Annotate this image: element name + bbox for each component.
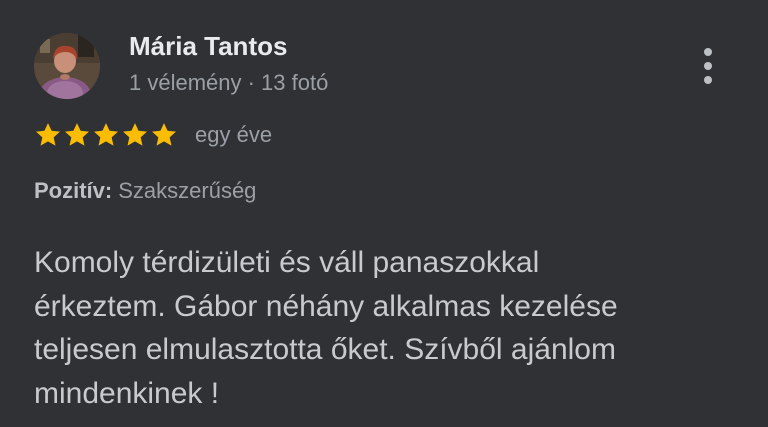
user-photo-avatar-icon — [34, 33, 100, 99]
more-options-button[interactable] — [693, 46, 723, 86]
review-attribute: Pozitív: Szakszerűség — [34, 178, 256, 204]
attribute-value: Szakszerűség — [118, 178, 257, 203]
star-icon — [152, 123, 176, 146]
attribute-label: Pozitív: — [34, 178, 113, 203]
star-rating — [34, 121, 178, 149]
star-icon — [65, 123, 89, 146]
star-icon — [36, 123, 60, 146]
avatar[interactable] — [34, 33, 100, 99]
review-text: Komoly térdizületi és váll panaszokkal é… — [34, 246, 618, 410]
review-date: egy éve — [195, 122, 273, 147]
author-meta: 1 vélemény · 13 fotó — [129, 70, 329, 95]
star-icon — [123, 123, 147, 146]
more-vert-icon-dot — [704, 62, 712, 70]
star-icon — [94, 123, 118, 146]
more-vert-icon-dot — [704, 48, 712, 56]
rating-row: egy éve — [34, 119, 272, 151]
more-vert-icon-dot — [704, 76, 712, 84]
author-name[interactable]: Mária Tantos — [129, 31, 287, 62]
review-card: Mária Tantos 1 vélemény · 13 fotó egy év… — [0, 0, 768, 427]
